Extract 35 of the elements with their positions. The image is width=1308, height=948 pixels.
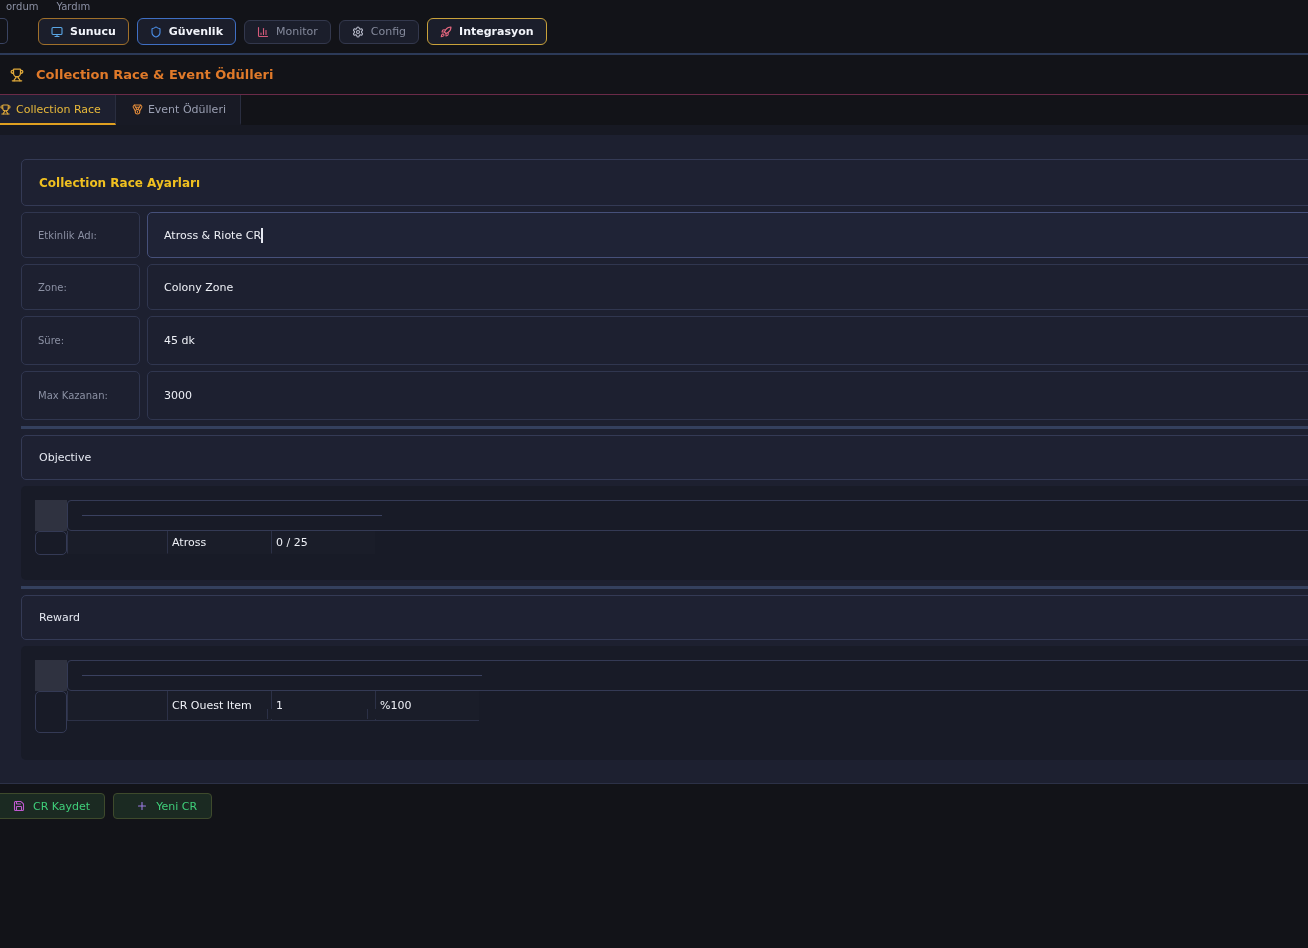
plus-icon xyxy=(136,800,149,812)
section-title: Reward xyxy=(39,611,80,624)
settings-icon xyxy=(351,25,364,38)
monitor-icon xyxy=(51,25,63,38)
toolbar-button[interactable]: Config xyxy=(338,19,420,44)
menu-item[interactable]: Yardım xyxy=(56,1,91,13)
toolbar-button[interactable]: Integrasyon xyxy=(427,18,547,45)
tab[interactable]: Event Ödülleri xyxy=(115,95,241,125)
trophy-icon xyxy=(0,103,11,115)
medal-icon xyxy=(131,103,143,115)
toolbar-button[interactable]: Monitor xyxy=(243,19,331,44)
toolbar-button[interactable]: Güvenlik xyxy=(136,18,236,45)
rocket-icon xyxy=(440,25,453,38)
shield-icon xyxy=(149,25,162,38)
text-field[interactable]: Atross & Riote CR xyxy=(147,212,1308,258)
section-title: Collection Race Ayarları xyxy=(39,175,201,190)
trophy-icon xyxy=(10,67,24,82)
action-button[interactable]: Yeni CR xyxy=(113,793,213,819)
table-corner xyxy=(35,500,67,531)
field-label: Süre: xyxy=(21,316,140,365)
field-label: Zone: xyxy=(21,264,140,310)
menu-item[interactable]: ordum xyxy=(6,1,39,13)
action-button[interactable]: CR Kaydet xyxy=(0,793,106,819)
table-corner xyxy=(35,660,67,691)
toolbar-button[interactable] xyxy=(0,18,8,44)
text-field[interactable]: 3000 xyxy=(147,371,1308,420)
field-label: Max Kazanan: xyxy=(21,371,140,420)
text-field[interactable]: 45 dk xyxy=(147,316,1308,365)
page-title: Collection Race & Event Ödülleri xyxy=(36,67,274,82)
toolbar-button[interactable]: Sunucu xyxy=(38,18,129,45)
text-field[interactable]: Colony Zone xyxy=(147,264,1308,310)
field-label: Etkinlik Adı: xyxy=(21,212,140,258)
section-title: Objective xyxy=(39,451,92,464)
bar-chart-icon xyxy=(256,25,269,38)
tab[interactable]: Collection Race xyxy=(0,95,116,125)
